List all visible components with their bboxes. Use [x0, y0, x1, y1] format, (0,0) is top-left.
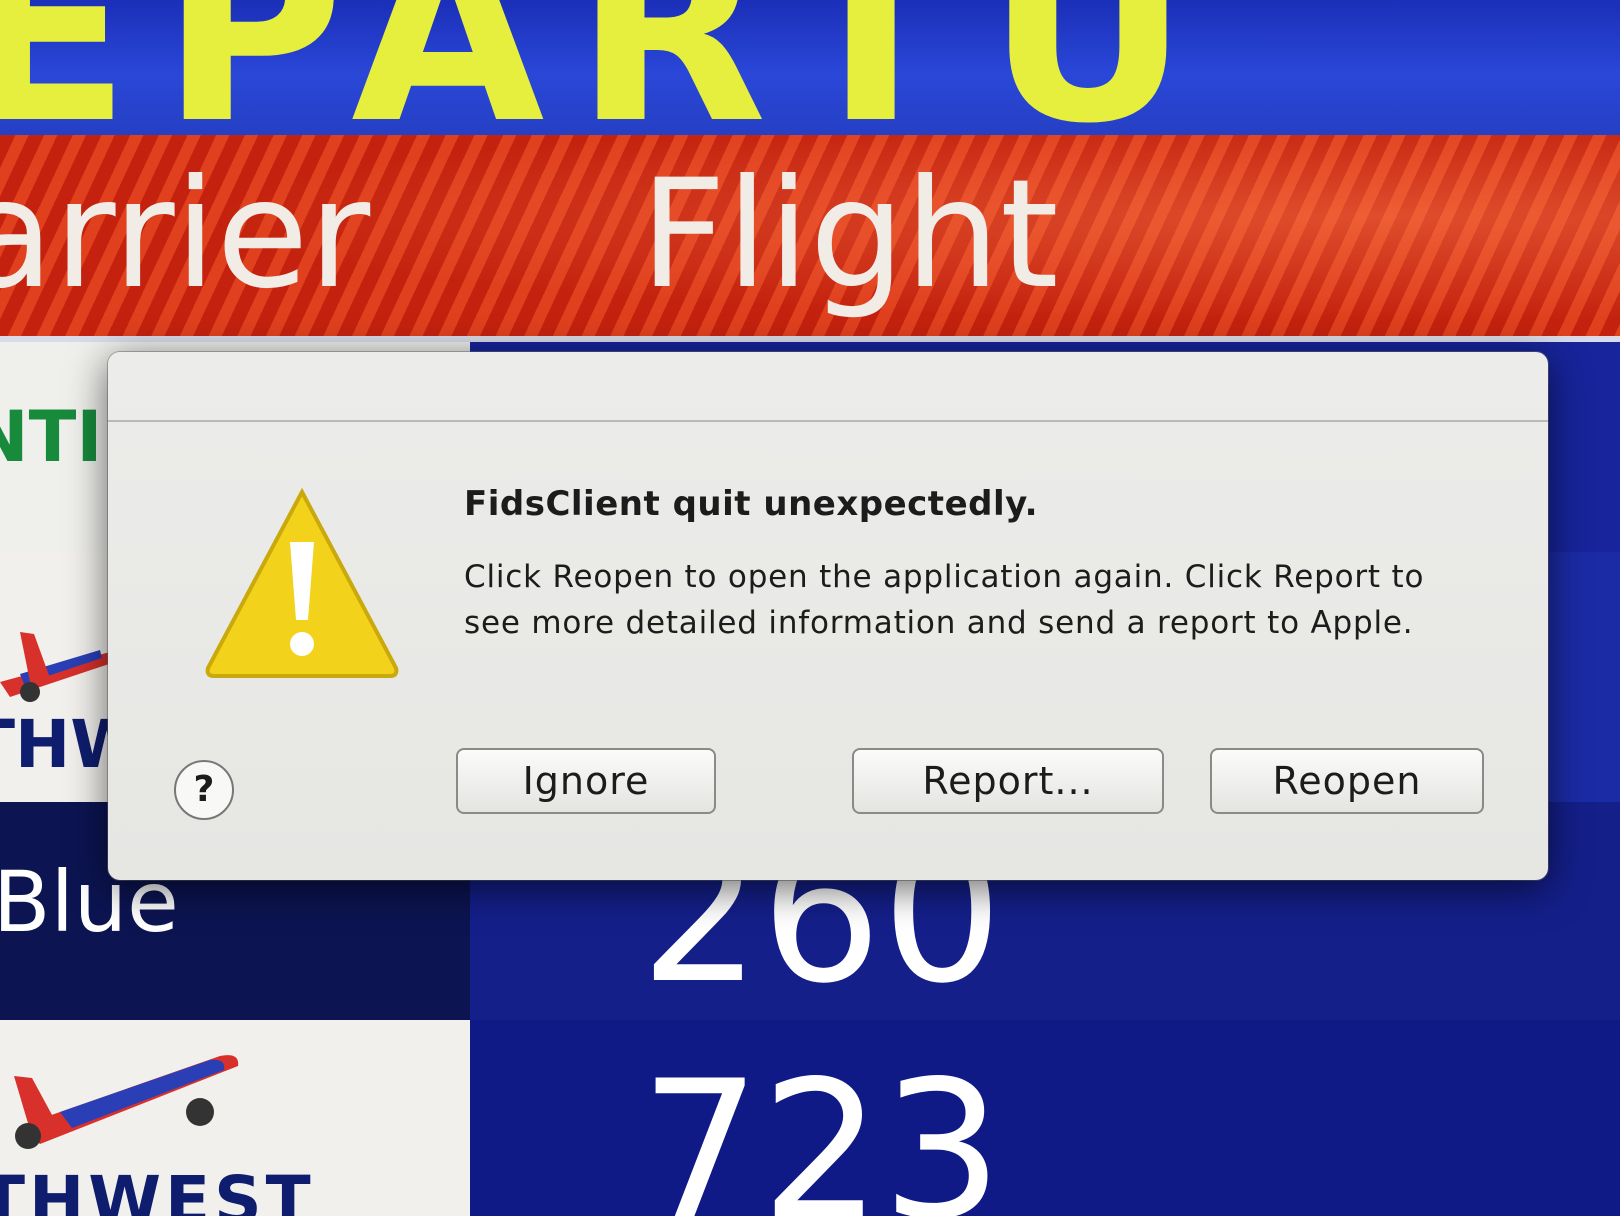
- column-header-carrier: arrier: [0, 148, 371, 322]
- dialog-title-bar-divider: [108, 420, 1548, 422]
- airplane-logo-icon: [14, 1055, 239, 1149]
- report-button[interactable]: Report...: [852, 748, 1164, 814]
- dialog-title: FidsClient quit unexpectedly.: [464, 484, 1039, 524]
- crash-dialog: FidsClient quit unexpectedly. Click Reop…: [108, 352, 1548, 880]
- board-row: THWEST 723: [0, 1020, 1620, 1216]
- airplane-logo-icon: [0, 632, 115, 702]
- help-button[interactable]: ?: [174, 760, 234, 820]
- board-title: EPARTU: [0, 0, 1219, 135]
- ignore-button[interactable]: Ignore: [456, 748, 716, 814]
- board-title-band: EPARTU: [0, 0, 1620, 135]
- carrier-logo-cell: THWEST: [0, 1020, 470, 1216]
- reopen-button[interactable]: Reopen: [1210, 748, 1484, 814]
- flight-number: 723: [640, 1040, 1003, 1216]
- dialog-message: Click Reopen to open the application aga…: [464, 559, 1425, 641]
- carrier-name: NTI: [0, 396, 103, 478]
- warning-icon: [205, 487, 399, 678]
- carrier-name: THWEST: [0, 1162, 315, 1216]
- column-header-flight: Flight: [640, 148, 1059, 322]
